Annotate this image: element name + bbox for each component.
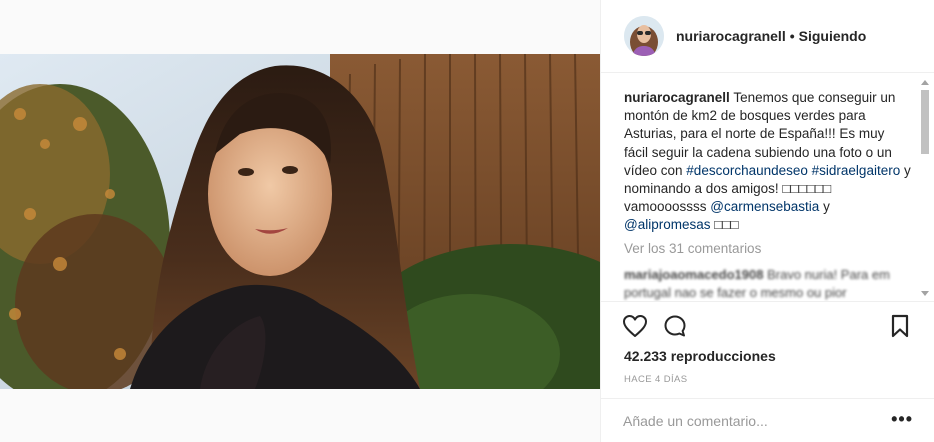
post-video[interactable] — [0, 54, 600, 389]
avatar-image — [624, 16, 664, 56]
caption-text: y — [819, 199, 830, 215]
view-count[interactable]: 42.233 reproducciones — [624, 348, 776, 364]
post-sidebar: nuriarocagranell • Siguiendo nuriarocagran… — [600, 0, 934, 442]
avatar[interactable] — [624, 16, 664, 56]
heart-icon — [623, 315, 647, 337]
post-caption: nuriarocagranell Tenemos que conseguir u… — [624, 89, 912, 235]
comments-scrollbar[interactable] — [918, 74, 932, 302]
scroll-down-arrow-icon[interactable] — [921, 291, 929, 296]
view-all-comments-link[interactable]: Ver los 31 comentarios — [624, 241, 761, 256]
like-button[interactable] — [621, 312, 649, 340]
mention-link[interactable]: @carmensebastia — [710, 199, 819, 214]
mention-link[interactable]: @alipromesas — [624, 217, 710, 232]
comment-input[interactable] — [623, 411, 873, 431]
comments-list[interactable]: nuriarocagranell Tenemos que conseguir u… — [601, 74, 934, 302]
caption-username[interactable]: nuriarocagranell — [624, 90, 730, 105]
hashtag-link[interactable]: #descorchaundeseo — [686, 163, 808, 178]
media-panel — [0, 0, 600, 442]
comment-username[interactable]: mariajoaomacedo1908 — [624, 267, 763, 282]
scroll-thumb[interactable] — [921, 90, 929, 154]
username-link[interactable]: nuriarocagranell — [676, 28, 786, 44]
separator-dot: • — [789, 28, 795, 44]
comment-button[interactable] — [661, 312, 689, 340]
scroll-up-arrow-icon[interactable] — [921, 80, 929, 85]
action-bar — [601, 312, 934, 342]
save-button[interactable] — [886, 312, 914, 340]
hashtag-link[interactable]: #sidraelgaitero — [812, 163, 901, 178]
more-options-icon[interactable]: ••• — [891, 410, 913, 428]
post-timestamp[interactable]: HACE 4 DÍAS — [624, 374, 688, 385]
follow-status-button[interactable]: Siguiendo — [799, 28, 867, 44]
add-comment-section: ••• — [601, 398, 934, 442]
caption-text: □□□ — [710, 217, 739, 233]
post-header: nuriarocagranell • Siguiendo — [601, 0, 934, 73]
post-author: nuriarocagranell • Siguiendo — [676, 28, 866, 44]
comment-item: mariajoaomacedo1908 Bravo nuria! Para em… — [624, 266, 912, 301]
bookmark-icon — [891, 314, 909, 338]
comment-icon — [664, 315, 686, 337]
video-frame — [0, 54, 600, 389]
